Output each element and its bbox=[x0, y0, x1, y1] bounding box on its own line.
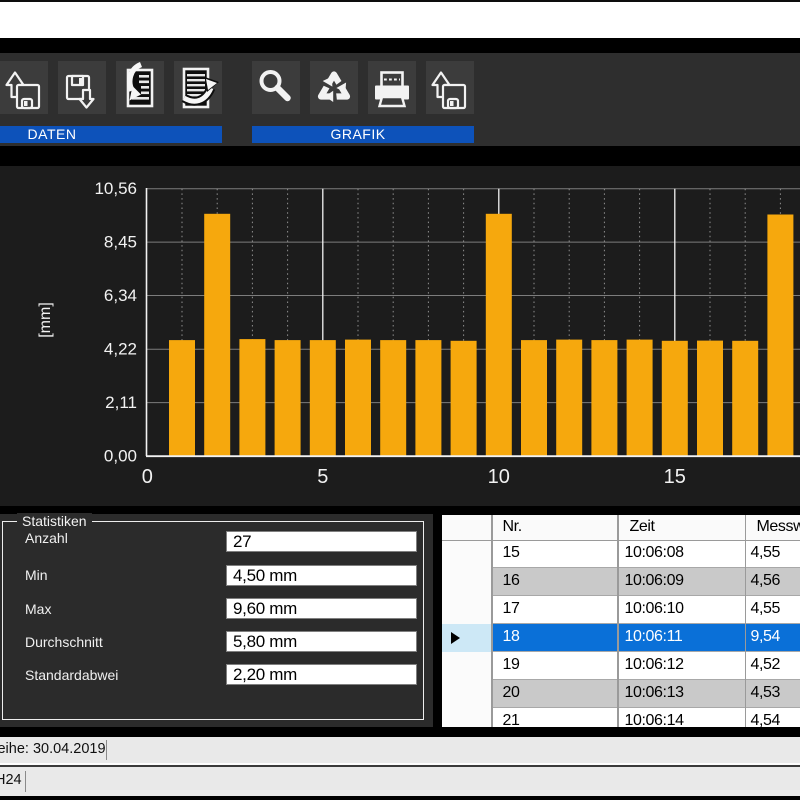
svg-text:15: 15 bbox=[664, 466, 686, 488]
svg-text:[mm]: [mm] bbox=[37, 302, 54, 338]
svg-text:8,45: 8,45 bbox=[104, 233, 137, 252]
svg-text:2,11: 2,11 bbox=[105, 393, 137, 412]
svg-text:0: 0 bbox=[142, 466, 153, 488]
svg-text:10: 10 bbox=[488, 466, 510, 488]
svg-text:6,34: 6,34 bbox=[104, 286, 137, 305]
svg-text:10,56: 10,56 bbox=[94, 179, 137, 198]
svg-text:4,22: 4,22 bbox=[104, 340, 137, 359]
svg-text:5: 5 bbox=[317, 466, 328, 488]
svg-text:0,00: 0,00 bbox=[104, 447, 137, 466]
